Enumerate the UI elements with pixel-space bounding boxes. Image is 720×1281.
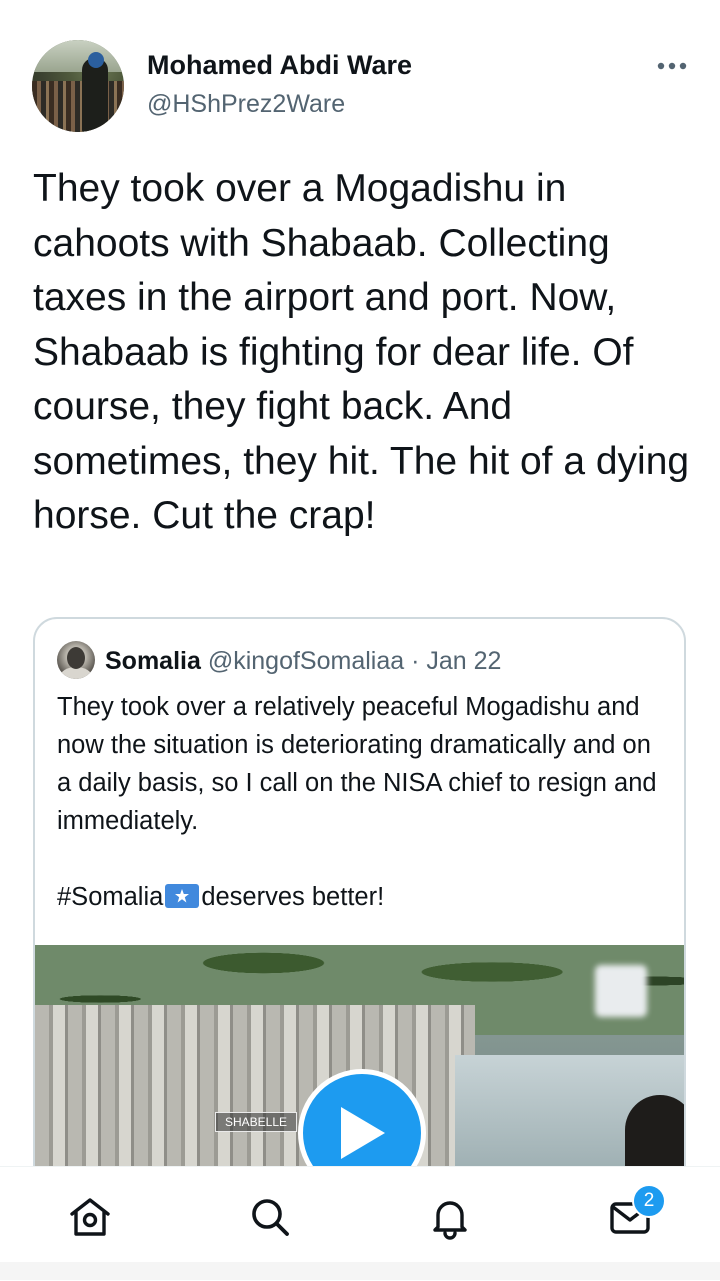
quoted-date[interactable]: Jan 22	[426, 647, 501, 675]
avatar-sky	[32, 40, 124, 73]
hashtag-rest: deserves better!	[201, 883, 385, 911]
messages-badge: 2	[632, 1184, 666, 1218]
more-icon	[657, 62, 687, 70]
avatar-head	[88, 52, 104, 68]
author-avatar[interactable]	[32, 40, 124, 132]
video-blurred-logo	[595, 965, 647, 1017]
search-icon	[252, 1199, 289, 1236]
video-watermark: SHABELLE	[215, 1112, 297, 1132]
tab-notifications[interactable]	[426, 1193, 474, 1241]
quoted-author-avatar[interactable]	[57, 641, 95, 679]
quoted-tweet-card[interactable]: Somalia @kingofSomaliaa · Jan 22 They to…	[33, 617, 686, 1217]
tweet-header: Mohamed Abdi Ware @HShPrez2Ware	[0, 0, 720, 150]
meta-separator: ·	[411, 647, 420, 675]
play-icon	[341, 1107, 385, 1159]
home-icon	[70, 1198, 110, 1236]
somalia-flag-icon	[165, 884, 200, 908]
quoted-text: They took over a relatively peaceful Mog…	[57, 693, 657, 835]
system-nav-strip	[0, 1262, 720, 1280]
avatar-figure	[82, 58, 108, 132]
notifications-icon	[433, 1201, 467, 1240]
quoted-author-handle[interactable]: @kingofSomaliaa	[208, 647, 404, 675]
tab-home[interactable]	[66, 1193, 114, 1241]
author-name[interactable]: Mohamed Abdi Ware	[147, 50, 412, 81]
tab-search[interactable]	[246, 1193, 294, 1241]
more-options-button[interactable]	[652, 48, 692, 84]
tweet-text: They took over a Mogadishu in cahoots wi…	[33, 167, 700, 537]
quoted-author-name[interactable]: Somalia	[105, 647, 201, 675]
quoted-hashtag-line: #Somalia deserves better!	[57, 878, 384, 916]
author-handle[interactable]: @HShPrez2Ware	[147, 90, 345, 119]
avatar-crowd	[32, 81, 124, 132]
avatar-face	[67, 647, 85, 669]
hashtag-somalia[interactable]: #Somalia	[57, 883, 163, 911]
quoted-meta: Somalia @kingofSomaliaa · Jan 22	[105, 645, 501, 677]
